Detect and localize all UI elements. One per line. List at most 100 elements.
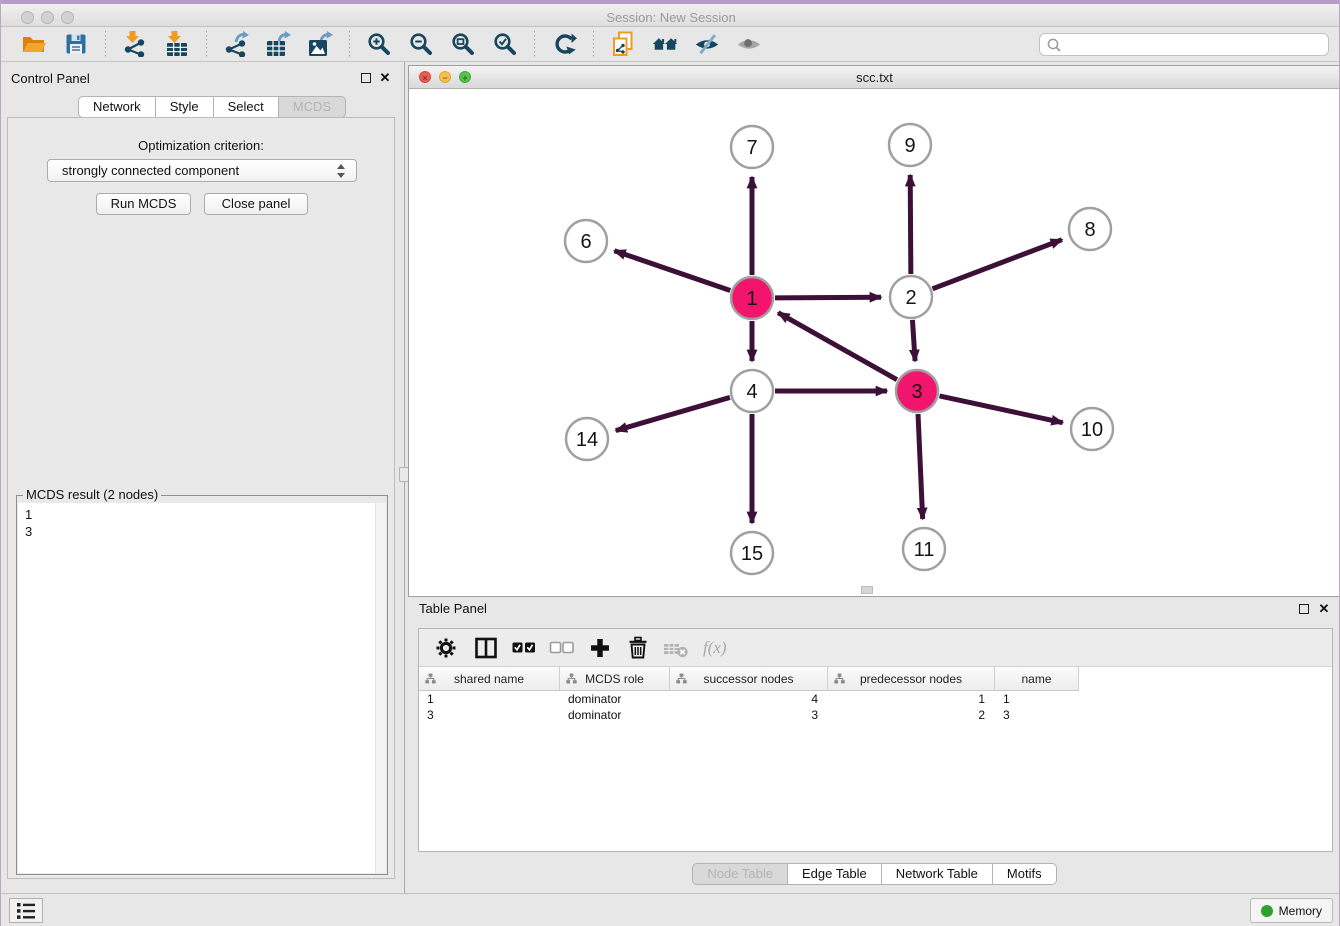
memory-status-icon: [1261, 905, 1273, 917]
graph-node-label-10: 10: [1081, 419, 1103, 441]
memory-label: Memory: [1279, 904, 1322, 918]
import-table-icon[interactable]: [164, 31, 190, 57]
first-neighbors-icon[interactable]: [652, 31, 678, 57]
clone-network-icon[interactable]: [610, 31, 636, 57]
window-titlebar: Session: New Session: [1, 0, 1340, 27]
export-image-icon[interactable]: [307, 31, 333, 57]
close-panel-icon[interactable]: [378, 70, 392, 86]
table-row[interactable]: 3dominator323: [419, 707, 1332, 723]
export-table-icon[interactable]: [265, 31, 291, 57]
column-header-shared-name[interactable]: shared name: [419, 667, 560, 691]
mcds-result-scrollbar[interactable]: [375, 503, 386, 873]
table-cell-mcds-role[interactable]: dominator: [560, 707, 670, 723]
task-history-button[interactable]: [9, 898, 43, 923]
open-file-icon[interactable]: [21, 31, 47, 57]
search-box[interactable]: [1039, 33, 1329, 56]
criterion-dropdown[interactable]: strongly connected component: [47, 159, 357, 182]
column-header-mcds-role[interactable]: MCDS role: [560, 667, 670, 691]
control-panel-tabs: Network Style Select MCDS: [78, 96, 346, 118]
main-toolbar: [1, 27, 1340, 62]
close-table-panel-icon[interactable]: [1317, 601, 1331, 617]
mcds-result-line: 3: [25, 523, 32, 540]
graph-node-label-1: 1: [746, 288, 757, 310]
table-cell-name[interactable]: 1: [995, 691, 1079, 707]
toolbar-separator: [105, 31, 106, 57]
select-all-icon[interactable]: [511, 635, 537, 661]
tab-motifs[interactable]: Motifs: [992, 863, 1057, 885]
add-row-icon[interactable]: [587, 635, 613, 661]
table-cell-name[interactable]: 3: [995, 707, 1079, 723]
control-panel-title: Control Panel: [11, 71, 90, 86]
table-cell-predecessor-nodes[interactable]: 1: [828, 691, 995, 707]
task-list-icon: [14, 899, 38, 923]
graph-edge-3-10[interactable]: [939, 396, 1062, 423]
export-network-icon[interactable]: [223, 31, 249, 57]
hide-selected-eye-icon[interactable]: [694, 31, 720, 57]
tab-edge-table[interactable]: Edge Table: [787, 863, 882, 885]
run-mcds-button[interactable]: Run MCDS: [96, 193, 191, 215]
network-canvas[interactable]: 7968124314101511: [409, 89, 1340, 596]
toolbar-separator: [593, 31, 594, 57]
float-panel-icon[interactable]: [361, 73, 371, 83]
column-header-predecessor-nodes[interactable]: predecessor nodes: [828, 667, 995, 691]
column-header-successor-nodes[interactable]: successor nodes: [670, 667, 828, 691]
tree-icon: [834, 673, 845, 684]
table-cell-successor-nodes[interactable]: 4: [670, 691, 828, 707]
zoom-in-icon[interactable]: [366, 31, 392, 57]
graph-edge-3-11[interactable]: [918, 414, 923, 519]
graph-node-label-15: 15: [741, 543, 763, 565]
graph-node-label-2: 2: [905, 287, 916, 309]
graph-edge-1-2[interactable]: [775, 297, 881, 298]
table-settings-icon[interactable]: [435, 635, 461, 661]
memory-button[interactable]: Memory: [1250, 898, 1333, 923]
zoom-fit-icon[interactable]: [450, 31, 476, 57]
graph-edge-1-6[interactable]: [614, 251, 730, 291]
table-cell-predecessor-nodes[interactable]: 2: [828, 707, 995, 723]
graph-edge-2-8[interactable]: [933, 240, 1062, 289]
mcds-result-list[interactable]: 13: [18, 503, 386, 873]
show-columns-icon[interactable]: [473, 635, 499, 661]
graph-node-label-7: 7: [746, 137, 757, 159]
graph-edge-2-3[interactable]: [912, 320, 915, 361]
import-network-icon[interactable]: [122, 31, 148, 57]
canvas-hscroll-thumb[interactable]: [861, 586, 873, 594]
window-title: Session: New Session: [1, 10, 1340, 25]
table-cell-shared-name[interactable]: 1: [419, 691, 560, 707]
save-session-icon[interactable]: [63, 31, 89, 57]
zoom-selected-icon[interactable]: [492, 31, 518, 57]
graph-edge-4-14[interactable]: [616, 397, 730, 430]
tab-network-table[interactable]: Network Table: [881, 863, 993, 885]
tab-node-table[interactable]: Node Table: [692, 863, 788, 885]
zoom-out-icon[interactable]: [408, 31, 434, 57]
graph-edge-3-1[interactable]: [778, 313, 897, 380]
table-cell-shared-name[interactable]: 3: [419, 707, 560, 723]
search-input[interactable]: [1066, 38, 1322, 52]
delete-table-icon: [663, 635, 689, 661]
column-header-name[interactable]: name: [995, 667, 1079, 691]
mcds-result-box: MCDS result (2 nodes) 13: [16, 495, 388, 875]
tab-mcds[interactable]: MCDS: [278, 96, 346, 118]
delete-row-icon[interactable]: [625, 635, 651, 661]
criterion-value: strongly connected component: [62, 163, 239, 178]
table-toolbar: f(x): [419, 629, 1332, 667]
tab-select[interactable]: Select: [213, 96, 279, 118]
tab-network[interactable]: Network: [78, 96, 156, 118]
dropdown-stepper-icon: [336, 163, 346, 179]
table-cell-successor-nodes[interactable]: 3: [670, 707, 828, 723]
control-panel-header: Control Panel: [1, 66, 399, 92]
refresh-icon[interactable]: [551, 31, 577, 57]
show-all-eye-icon[interactable]: [736, 31, 762, 57]
graph-node-label-6: 6: [580, 231, 591, 253]
network-graph: 7968124314101511: [409, 89, 1340, 596]
tab-style[interactable]: Style: [155, 96, 214, 118]
graph-edge-2-9[interactable]: [910, 175, 911, 274]
deselect-all-icon[interactable]: [549, 635, 575, 661]
float-table-panel-icon[interactable]: [1299, 604, 1309, 614]
close-panel-button[interactable]: Close panel: [204, 193, 308, 215]
table-panel-header: Table Panel: [408, 597, 1340, 623]
toolbar-separator: [206, 31, 207, 57]
table-row[interactable]: 1dominator411: [419, 691, 1332, 707]
network-window-titlebar[interactable]: scc.txt: [409, 66, 1340, 89]
table-cell-mcds-role[interactable]: dominator: [560, 691, 670, 707]
function-builder-icon: f(x): [703, 638, 727, 658]
